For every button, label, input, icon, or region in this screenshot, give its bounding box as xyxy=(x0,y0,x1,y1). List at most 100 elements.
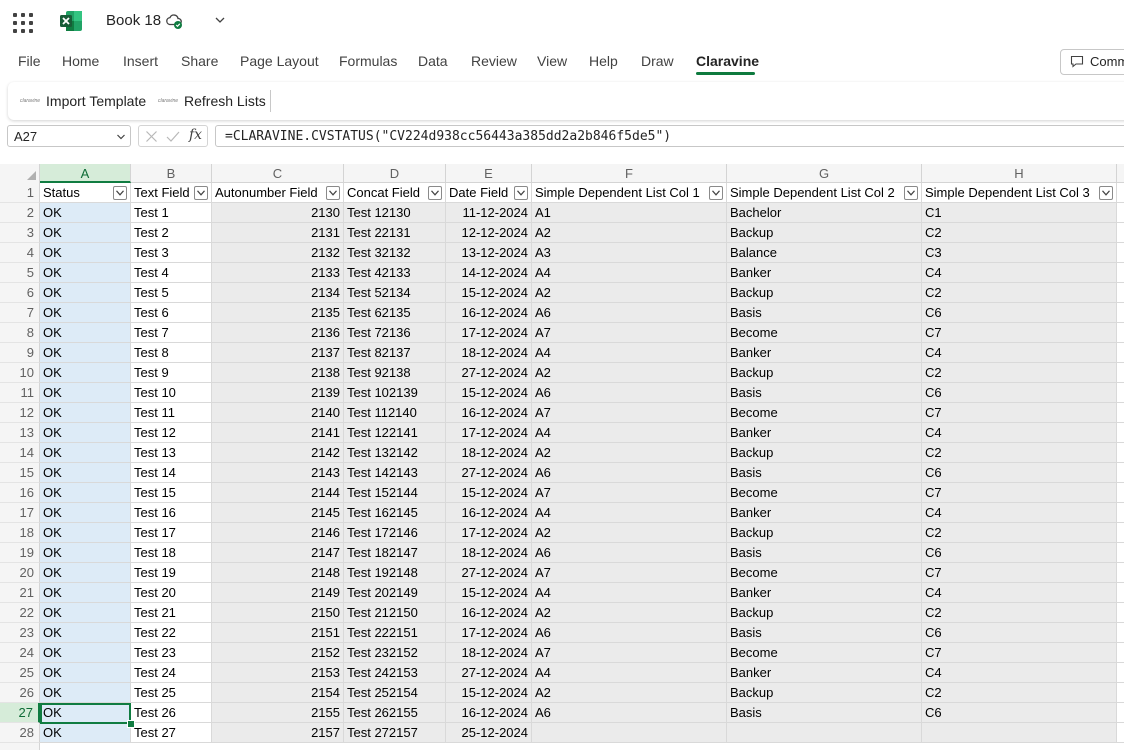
table-cell[interactable]: 16-12-2024 xyxy=(446,403,532,423)
table-cell[interactable]: C4 xyxy=(922,263,1117,283)
table-cell[interactable]: 17-12-2024 xyxy=(446,623,532,643)
table-cell[interactable]: C2 xyxy=(922,283,1117,303)
table-cell[interactable]: OK xyxy=(40,223,131,243)
table-cell[interactable]: Test 242153 xyxy=(344,663,446,683)
table-cell[interactable]: Basis xyxy=(727,383,922,403)
table-cell[interactable]: Test 162145 xyxy=(344,503,446,523)
menu-file[interactable]: File xyxy=(18,53,41,69)
table-cell[interactable]: Test 27 xyxy=(131,723,212,743)
table-cell[interactable]: Test 11 xyxy=(131,403,212,423)
table-cell[interactable]: A7 xyxy=(532,563,727,583)
table-cell[interactable]: A7 xyxy=(532,483,727,503)
table-cell[interactable]: C7 xyxy=(922,323,1117,343)
row-header-6[interactable]: 6 xyxy=(0,283,40,303)
table-cell[interactable]: 18-12-2024 xyxy=(446,343,532,363)
row-header-18[interactable]: 18 xyxy=(0,523,40,543)
table-cell[interactable]: Test 152144 xyxy=(344,483,446,503)
table-cell[interactable]: 15-12-2024 xyxy=(446,583,532,603)
table-cell[interactable]: 16-12-2024 xyxy=(446,303,532,323)
table-cell[interactable]: Backup xyxy=(727,523,922,543)
filter-dropdown-icon[interactable] xyxy=(113,186,127,200)
table-cell[interactable] xyxy=(727,723,922,743)
table-cell[interactable]: A4 xyxy=(532,423,727,443)
table-cell[interactable]: C2 xyxy=(922,223,1117,243)
table-cell[interactable]: Test 1 xyxy=(131,203,212,223)
table-cell[interactable]: A6 xyxy=(532,543,727,563)
table-cell[interactable] xyxy=(1117,543,1124,563)
table-cell[interactable]: Test 182147 xyxy=(344,543,446,563)
table-cell[interactable]: Test 8 xyxy=(131,343,212,363)
table-cell[interactable]: 16-12-2024 xyxy=(446,603,532,623)
table-cell[interactable] xyxy=(1117,383,1124,403)
table-cell[interactable]: Become xyxy=(727,323,922,343)
row-header-15[interactable]: 15 xyxy=(0,463,40,483)
row-header-14[interactable]: 14 xyxy=(0,443,40,463)
table-cell[interactable]: OK xyxy=(40,463,131,483)
table-cell[interactable]: A6 xyxy=(532,703,727,723)
table-cell[interactable]: 18-12-2024 xyxy=(446,443,532,463)
menu-home[interactable]: Home xyxy=(62,53,99,69)
table-cell[interactable]: 2135 xyxy=(212,303,344,323)
table-header-cell[interactable]: Concat Field xyxy=(344,183,446,203)
table-header-cell[interactable]: Text Field xyxy=(131,183,212,203)
table-cell[interactable]: Test 62135 xyxy=(344,303,446,323)
table-cell[interactable]: OK xyxy=(40,383,131,403)
filter-dropdown-icon[interactable] xyxy=(428,186,442,200)
table-header-cell[interactable]: Date Field xyxy=(446,183,532,203)
table-cell[interactable] xyxy=(1117,223,1124,243)
table-cell[interactable]: A6 xyxy=(532,463,727,483)
row-header-11[interactable]: 11 xyxy=(0,383,40,403)
table-cell[interactable]: 15-12-2024 xyxy=(446,383,532,403)
table-cell[interactable]: A1 xyxy=(532,203,727,223)
table-cell[interactable]: 14-12-2024 xyxy=(446,263,532,283)
table-cell[interactable]: OK xyxy=(40,283,131,303)
table-cell[interactable] xyxy=(1117,183,1124,203)
row-header-21[interactable]: 21 xyxy=(0,583,40,603)
name-box[interactable]: A27 xyxy=(7,125,131,147)
column-header-b[interactable]: B xyxy=(131,164,212,183)
table-cell[interactable]: OK xyxy=(40,723,131,743)
table-cell[interactable]: A4 xyxy=(532,663,727,683)
table-cell[interactable]: Backup xyxy=(727,283,922,303)
table-header-cell[interactable]: Simple Dependent List Col 1 xyxy=(532,183,727,203)
table-cell[interactable] xyxy=(1117,643,1124,663)
table-cell[interactable]: Test 112140 xyxy=(344,403,446,423)
table-cell[interactable]: 2142 xyxy=(212,443,344,463)
table-cell[interactable]: 2140 xyxy=(212,403,344,423)
column-header-e[interactable]: E xyxy=(446,164,532,183)
table-cell[interactable]: C7 xyxy=(922,403,1117,423)
table-header-cell[interactable]: Simple Dependent List Col 2 xyxy=(727,183,922,203)
table-cell[interactable]: Test 142143 xyxy=(344,463,446,483)
filter-dropdown-icon[interactable] xyxy=(709,186,723,200)
table-cell[interactable]: Become xyxy=(727,483,922,503)
table-cell[interactable]: Test 82137 xyxy=(344,343,446,363)
table-cell[interactable]: Banker xyxy=(727,583,922,603)
table-cell[interactable]: OK xyxy=(40,243,131,263)
table-cell[interactable]: A2 xyxy=(532,683,727,703)
column-header-h[interactable]: H xyxy=(922,164,1117,183)
table-cell[interactable]: C4 xyxy=(922,583,1117,603)
table-cell[interactable]: 16-12-2024 xyxy=(446,703,532,723)
menu-page-layout[interactable]: Page Layout xyxy=(240,53,319,69)
table-cell[interactable]: OK xyxy=(40,423,131,443)
table-cell[interactable]: A4 xyxy=(532,583,727,603)
table-cell[interactable] xyxy=(1117,683,1124,703)
table-cell[interactable]: C2 xyxy=(922,523,1117,543)
table-cell[interactable]: A4 xyxy=(532,343,727,363)
table-header-cell[interactable]: Autonumber Field xyxy=(212,183,344,203)
table-cell[interactable]: OK xyxy=(40,363,131,383)
table-cell[interactable]: A6 xyxy=(532,623,727,643)
table-cell[interactable]: C4 xyxy=(922,503,1117,523)
table-cell[interactable]: Test 42133 xyxy=(344,263,446,283)
menu-help[interactable]: Help xyxy=(589,53,618,69)
table-cell[interactable]: 2137 xyxy=(212,343,344,363)
table-header-cell[interactable]: Status xyxy=(40,183,131,203)
table-cell[interactable]: Test 9 xyxy=(131,363,212,383)
row-header-25[interactable]: 25 xyxy=(0,663,40,683)
row-header-20[interactable]: 20 xyxy=(0,563,40,583)
row-header-1[interactable]: 1 xyxy=(0,183,40,203)
table-cell[interactable]: OK xyxy=(40,623,131,643)
table-cell[interactable] xyxy=(1117,623,1124,643)
table-cell[interactable]: A2 xyxy=(532,603,727,623)
menu-view[interactable]: View xyxy=(537,53,567,69)
